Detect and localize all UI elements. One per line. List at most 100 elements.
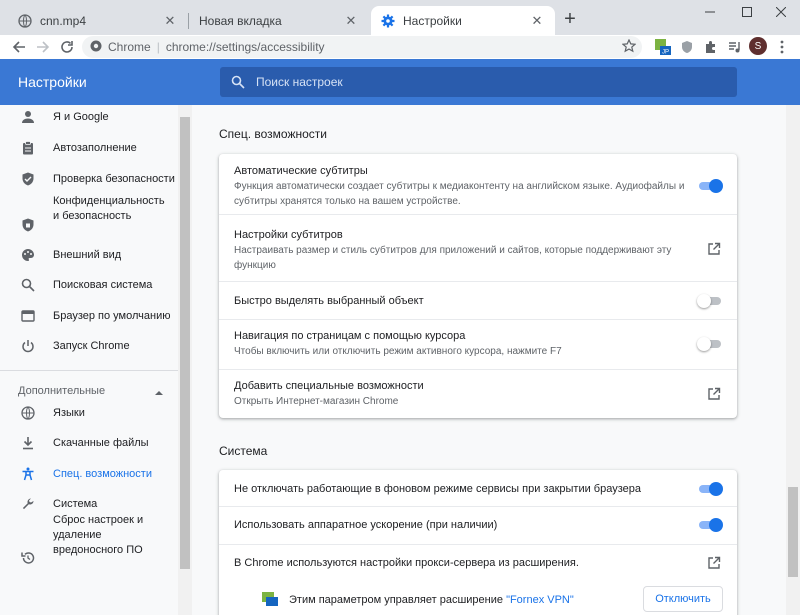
sidebar-item-label: Конфиденциальность и безопасность <box>53 195 165 222</box>
download-icon <box>20 435 36 451</box>
translate-extension-icon[interactable]: JP <box>654 38 672 56</box>
setting-title: Использовать аппаратное ускорение (при н… <box>234 519 498 531</box>
close-window-icon[interactable] <box>770 4 792 20</box>
url-text: chrome://settings/accessibility <box>165 40 325 54</box>
sidebar-item-label: Проверка безопасности <box>53 172 175 185</box>
setting-description: Чтобы включить или отключить режим актив… <box>234 346 562 357</box>
svg-text:JP: JP <box>662 50 669 56</box>
sidebar-scrollbar[interactable] <box>178 105 192 615</box>
main-scrollbar[interactable] <box>786 105 800 615</box>
hardware-acceleration-toggle[interactable] <box>697 518 723 532</box>
section-title-system: Система <box>219 444 268 458</box>
extension-notice-text: Этим параметром управляет расширение <box>289 594 507 606</box>
back-icon[interactable] <box>10 38 28 56</box>
restore-icon <box>20 550 36 566</box>
forward-icon[interactable] <box>34 38 52 56</box>
search-icon <box>20 277 36 293</box>
search-icon <box>220 75 256 89</box>
shield-extension-icon[interactable] <box>678 38 696 56</box>
extension-notice-row: Этим параметром управляет расширение "Fo… <box>219 582 737 615</box>
globe-icon <box>20 405 36 421</box>
caret-up-icon[interactable] <box>155 386 163 395</box>
setting-row-focus-highlight[interactable]: Быстро выделять выбранный объект <box>219 282 737 318</box>
shield-check-icon <box>20 171 36 187</box>
puzzle-icon[interactable] <box>702 38 720 56</box>
sidebar-item-label: Языки <box>53 406 85 419</box>
media-control-icon[interactable] <box>726 38 744 56</box>
advanced-section-toggle[interactable]: Дополнительные <box>18 385 105 397</box>
open-external-icon[interactable] <box>707 556 721 570</box>
tab-new-tab[interactable]: Новая вкладка ✕ <box>189 6 369 35</box>
setting-title: В Chrome используются настройки прокси-с… <box>234 557 579 569</box>
minimize-icon[interactable] <box>699 4 721 20</box>
setting-title: Настройки субтитров <box>234 229 343 241</box>
avatar[interactable]: S <box>749 37 767 55</box>
setting-description: Функция автоматически создает субтитры к… <box>234 181 685 207</box>
sidebar-item-label: Я и Google <box>53 110 109 123</box>
setting-row-hardware-acceleration[interactable]: Использовать аппаратное ускорение (при н… <box>219 507 737 543</box>
shield-icon <box>20 217 36 233</box>
setting-title: Добавить специальные возможности <box>234 380 424 392</box>
setting-row-caret-browsing[interactable]: Навигация по страницам с помощью курсора… <box>219 320 737 369</box>
globe-icon <box>18 13 32 28</box>
site-label: Chrome <box>108 40 151 54</box>
new-tab-button[interactable]: + <box>560 8 580 30</box>
open-external-icon[interactable] <box>707 387 721 401</box>
gear-icon <box>381 14 395 28</box>
sidebar-item-label: Внешний вид <box>53 248 122 261</box>
more-menu-icon[interactable] <box>773 38 791 56</box>
live-caption-toggle[interactable] <box>697 179 723 193</box>
open-external-icon[interactable] <box>707 242 721 256</box>
setting-row-caption-settings[interactable]: Настройки субтитров Настраивать размер и… <box>219 215 737 280</box>
setting-title: Навигация по страницам с помощью курсора <box>234 330 466 342</box>
scrollbar-thumb[interactable] <box>180 117 190 569</box>
tab-title: Настройки <box>403 13 462 28</box>
setting-row-background-apps[interactable]: Не отключать работающие в фоновом режиме… <box>219 470 737 506</box>
sidebar-item-label: Автозаполнение <box>53 141 137 154</box>
setting-description: Настраивать размер и стиль субтитров для… <box>234 245 672 271</box>
search-placeholder: Поиск настроек <box>256 75 343 89</box>
reload-icon[interactable] <box>58 38 76 56</box>
setting-row-live-caption[interactable]: Автоматические субтитры Функция автомати… <box>219 154 737 214</box>
maximize-icon[interactable] <box>736 4 758 20</box>
setting-row-add-accessibility[interactable]: Добавить специальные возможности Открыть… <box>219 370 737 418</box>
sidebar-item-label: Скачанные файлы <box>53 436 149 449</box>
tab-title: Новая вкладка <box>199 13 282 28</box>
sidebar-item-label: Система <box>53 497 98 510</box>
person-icon <box>20 109 36 125</box>
close-icon[interactable]: ✕ <box>162 13 178 29</box>
setting-title: Быстро выделять выбранный объект <box>234 295 424 307</box>
extension-notice: Этим параметром управляет расширение "Fo… <box>289 593 574 608</box>
extension-icon <box>261 590 279 611</box>
power-icon <box>20 338 36 354</box>
system-card: Не отключать работающие в фоновом режиме… <box>219 470 737 615</box>
wrench-icon <box>20 496 36 512</box>
address-bar[interactable]: Chrome | chrome://settings/accessibility <box>82 36 642 58</box>
palette-icon <box>20 247 36 263</box>
disable-extension-button[interactable]: Отключить <box>643 586 723 612</box>
caret-browsing-toggle[interactable] <box>697 337 723 351</box>
setting-title: Не отключать работающие в фоновом режиме… <box>234 483 641 495</box>
scrollbar-thumb[interactable] <box>788 487 798 577</box>
sidebar-item-label: Сброс настроек и удаление вредоносного П… <box>53 513 144 556</box>
background-apps-toggle[interactable] <box>697 482 723 496</box>
setting-row-proxy[interactable]: В Chrome используются настройки прокси-с… <box>219 545 737 581</box>
extension-link[interactable]: "Fornex VPN" <box>506 594 574 606</box>
setting-title: Автоматические субтитры <box>234 165 368 177</box>
accessibility-card: Автоматические субтитры Функция автомати… <box>219 154 737 418</box>
tab-cnn[interactable]: cnn.mp4 ✕ <box>8 6 188 35</box>
tab-settings[interactable]: Настройки ✕ <box>371 6 555 35</box>
clipboard-icon <box>20 140 36 156</box>
sidebar-item-label: Браузер по умолчанию <box>53 309 171 322</box>
section-title-accessibility: Спец. возможности <box>219 127 327 141</box>
settings-header: Настройки Поиск настроек <box>0 59 800 105</box>
page-title: Настройки <box>18 74 87 90</box>
close-icon[interactable]: ✕ <box>343 13 359 29</box>
star-icon[interactable] <box>621 38 637 56</box>
search-input[interactable]: Поиск настроек <box>220 67 737 97</box>
focus-highlight-toggle[interactable] <box>697 294 723 308</box>
tab-strip: cnn.mp4 ✕ Новая вкладка ✕ Настройки ✕ + <box>0 0 800 35</box>
close-icon[interactable]: ✕ <box>529 13 545 29</box>
divider: | <box>156 40 160 54</box>
browser-icon <box>20 308 36 324</box>
